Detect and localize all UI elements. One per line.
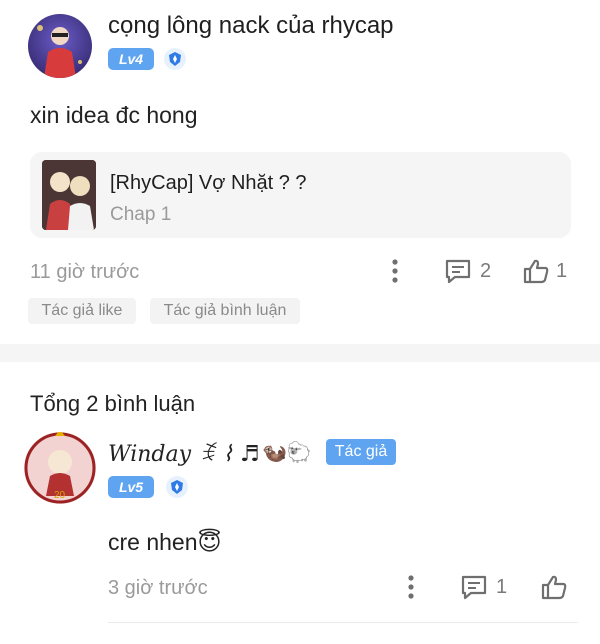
comment-bottom-divider xyxy=(108,622,578,623)
like-button[interactable]: 1 xyxy=(522,256,574,286)
story-title: [RhyCap] Vợ Nhặt ? ? xyxy=(110,172,307,194)
post-timestamp: 11 giờ trước xyxy=(30,261,140,283)
comment-author-name[interactable]: Winday ꉂ ⌇ ♬ xyxy=(108,438,260,467)
comment-like-button[interactable] xyxy=(540,572,570,602)
reply-icon xyxy=(461,575,487,600)
post-body-text: xin idea đc hong xyxy=(30,102,198,128)
story-chapter: Chap 1 xyxy=(110,204,172,225)
tag-author-liked: Tác giả like xyxy=(28,298,136,324)
comments-total-heading: Tổng 2 bình luận xyxy=(30,391,196,416)
comment-more-options-icon[interactable] xyxy=(404,572,418,602)
comment-verified-shield-icon xyxy=(166,476,188,498)
section-divider xyxy=(0,344,600,362)
tag-author-commented: Tác giả bình luận xyxy=(150,298,300,324)
reply-button[interactable]: 1 xyxy=(460,572,512,602)
comment-level-badge: Lv5 xyxy=(108,476,154,498)
more-options-icon[interactable] xyxy=(388,256,402,286)
thumbs-up-icon xyxy=(523,259,549,284)
verified-shield-icon xyxy=(164,48,186,70)
comment-author-emojis: 🦦🐑 xyxy=(262,442,312,464)
comment-thumbs-up-icon xyxy=(541,575,567,600)
post-author-avatar[interactable] xyxy=(28,14,92,78)
post-level-badge: Lv4 xyxy=(108,48,154,70)
svg-text:20: 20 xyxy=(54,490,66,501)
comment-icon xyxy=(445,259,471,284)
like-count: 1 xyxy=(556,259,568,282)
post-author-name[interactable]: cọng lông nack của rhycap xyxy=(108,12,394,40)
comment-button[interactable]: 2 xyxy=(444,256,496,286)
author-badge: Tác giả xyxy=(326,439,396,465)
story-thumbnail xyxy=(42,160,96,230)
comment-author-avatar[interactable]: 20 xyxy=(24,432,96,504)
comment-count: 2 xyxy=(480,259,492,282)
linked-story-card[interactable]: [RhyCap] Vợ Nhặt ? ? Chap 1 xyxy=(30,152,571,238)
comment-timestamp: 3 giờ trước xyxy=(108,577,208,599)
reply-count: 1 xyxy=(496,575,508,598)
comment-text: cre nhen😇 xyxy=(108,529,222,555)
